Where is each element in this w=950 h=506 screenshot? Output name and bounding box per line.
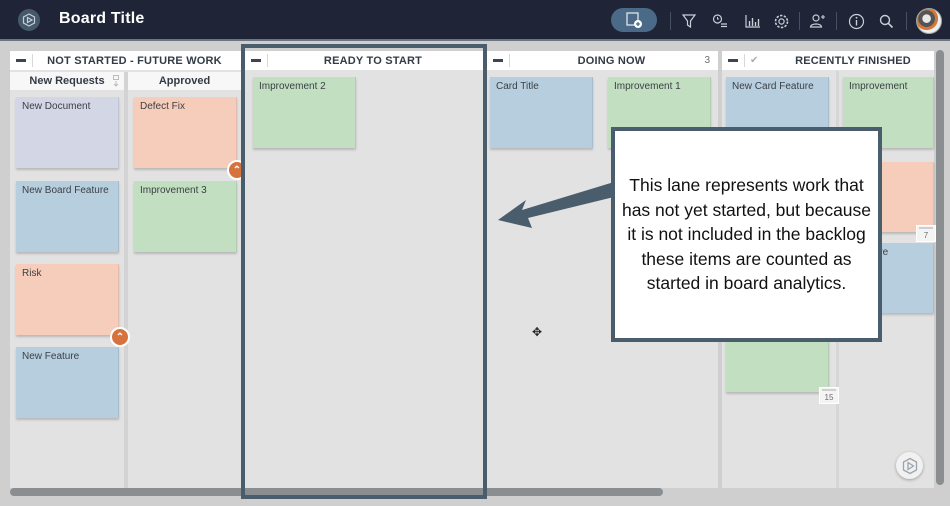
due-date: 15 xyxy=(824,393,834,402)
wip-count: 3 xyxy=(704,55,710,66)
card-title: New Document xyxy=(22,101,91,112)
card-title: Improvement 3 xyxy=(140,185,207,196)
move-cursor-icon: ✥ xyxy=(532,325,543,339)
sort-icon xyxy=(113,75,119,87)
app-logo-icon[interactable] xyxy=(18,9,40,31)
help-launcher-button[interactable] xyxy=(896,452,923,479)
card[interactable]: New Feature xyxy=(16,347,119,418)
lane-title: NOT STARTED - FUTURE WORK xyxy=(47,54,222,67)
bar-chart-icon xyxy=(745,15,760,28)
due-date: 7 xyxy=(923,231,929,240)
add-user-icon xyxy=(809,14,825,28)
search-button[interactable] xyxy=(876,10,896,32)
toolbar-divider xyxy=(670,12,671,30)
card[interactable]: New Board Feature xyxy=(16,181,119,252)
vertical-scrollbar[interactable] xyxy=(936,50,944,485)
sublane-title: New Requests xyxy=(29,75,105,87)
card[interactable]: New Document xyxy=(16,97,119,168)
info-button[interactable] xyxy=(846,10,866,32)
card[interactable]: Improvement 3 xyxy=(134,181,237,252)
search-icon xyxy=(879,14,893,28)
lane-header[interactable]: ✔ RECENTLY FINISHED xyxy=(722,51,934,70)
add-card-button[interactable] xyxy=(611,8,657,32)
timer-button[interactable] xyxy=(710,10,730,32)
timer-list-icon xyxy=(712,14,727,28)
card-title: Risk xyxy=(22,268,42,279)
card-title: New Card Feature xyxy=(732,81,814,92)
card-title: Defect Fix xyxy=(140,101,186,112)
collapse-lane-icon[interactable] xyxy=(493,59,503,62)
sublane-header-approved[interactable]: Approved xyxy=(128,72,241,90)
gear-icon xyxy=(774,14,788,28)
toolbar-divider xyxy=(799,12,800,30)
callout-arrow-icon xyxy=(498,182,618,228)
info-icon xyxy=(848,13,864,29)
lane-not-started: NOT STARTED - FUTURE WORK New Requests A… xyxy=(10,51,247,488)
add-user-button[interactable] xyxy=(808,10,828,32)
filter-icon xyxy=(682,14,696,28)
card-title: Improvement 1 xyxy=(614,81,681,92)
callout-box: This lane represents work that has not y… xyxy=(611,127,882,342)
card[interactable]: Risk xyxy=(16,264,119,335)
add-card-icon xyxy=(626,12,642,28)
toolbar-divider xyxy=(836,12,837,30)
card-title: Card Title xyxy=(496,81,539,92)
filter-button[interactable] xyxy=(680,10,698,32)
due-date-icon: 7 xyxy=(916,225,936,242)
due-date-icon: 15 xyxy=(819,387,839,404)
toolbar-divider xyxy=(906,12,907,30)
card-title: Improvement xyxy=(849,81,908,92)
user-avatar[interactable] xyxy=(916,8,942,34)
callout-text: This lane represents work that has not y… xyxy=(621,175,872,294)
lane-highlight-box xyxy=(241,44,487,499)
card-title: New Feature xyxy=(22,351,80,362)
collapse-lane-icon[interactable] xyxy=(728,59,738,62)
analytics-button[interactable] xyxy=(743,10,763,32)
blocked-indicator-icon[interactable]: ⌃ xyxy=(110,327,130,347)
leankit-hex-play-icon xyxy=(902,457,917,474)
lane-header[interactable]: NOT STARTED - FUTURE WORK xyxy=(10,51,241,70)
settings-button[interactable] xyxy=(771,10,791,32)
sublane-divider xyxy=(124,72,128,488)
collapse-lane-icon[interactable] xyxy=(16,59,26,62)
header-divider xyxy=(744,54,745,67)
lane-header[interactable]: DOING NOW 3 xyxy=(487,51,718,70)
sublane-title: Approved xyxy=(158,75,211,87)
card[interactable]: Defect Fix xyxy=(134,97,237,168)
lane-title: DOING NOW xyxy=(577,54,646,67)
board-title[interactable]: Board Title xyxy=(59,10,144,28)
card[interactable]: Card Title xyxy=(490,77,593,148)
sublane-header-new-requests[interactable]: New Requests xyxy=(10,72,124,90)
lane-title: RECENTLY FINISHED xyxy=(795,54,911,67)
done-lane-check-icon: ✔ xyxy=(750,55,759,66)
card-title: New Board Feature xyxy=(22,185,109,196)
top-bar: Board Title xyxy=(0,0,950,41)
